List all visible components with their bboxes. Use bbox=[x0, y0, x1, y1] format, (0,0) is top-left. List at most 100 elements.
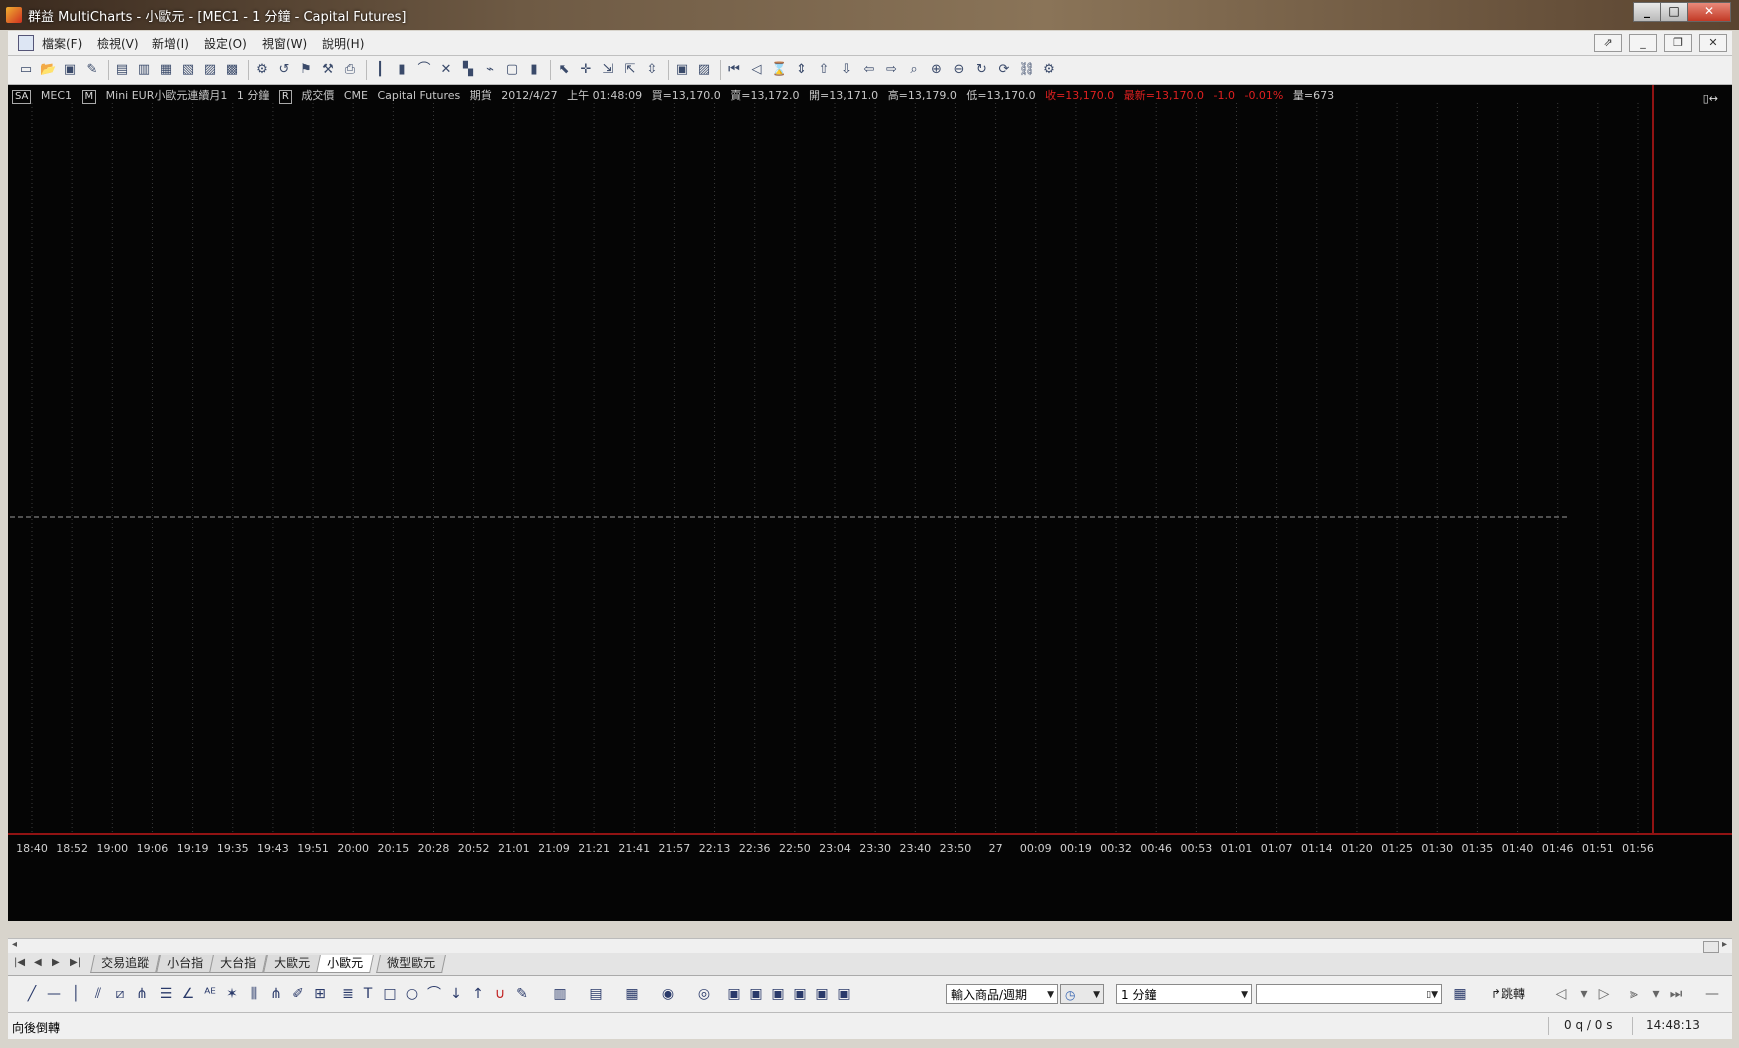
link2-icon[interactable]: ⛓ bbox=[1019, 62, 1036, 78]
search-field[interactable]: ▯▼ bbox=[1256, 984, 1442, 1004]
tab-euro[interactable]: 大歐元 bbox=[263, 955, 321, 973]
scroll-thumb[interactable] bbox=[1703, 941, 1719, 953]
candle-icon[interactable]: ▮ bbox=[394, 62, 410, 78]
format-symbol-icon[interactable]: ⚙ bbox=[254, 62, 270, 78]
renko-icon[interactable]: ▚ bbox=[460, 62, 476, 78]
arrow-down-icon[interactable]: ↓ bbox=[448, 986, 464, 1002]
window4-icon[interactable]: ▧ bbox=[180, 62, 196, 78]
text-fib-icon[interactable]: ᴬᴱ bbox=[202, 986, 218, 1002]
window5-icon[interactable]: ▨ bbox=[202, 62, 218, 78]
sync-icon[interactable]: ⟳ bbox=[996, 62, 1012, 78]
scale-icon[interactable]: ⌛ bbox=[771, 62, 787, 78]
link-icon[interactable]: ↺ bbox=[276, 62, 292, 78]
tab-first-icon[interactable]: |◀ bbox=[14, 957, 25, 968]
tab-next-icon[interactable]: ▶ bbox=[52, 957, 60, 968]
gann-icon[interactable]: ✶ bbox=[224, 986, 240, 1002]
drag-pan-icon[interactable]: ⇱ bbox=[622, 62, 638, 78]
window-f-icon[interactable]: ▣ bbox=[836, 986, 852, 1002]
chart-window[interactable]: SA MEC1 M Mini EUR小歐元連續月1 1 分鐘 R 成交價 CME… bbox=[8, 85, 1732, 921]
window-d-icon[interactable]: ▣ bbox=[792, 986, 808, 1002]
play-icon[interactable]: ▷ bbox=[1596, 986, 1612, 1002]
vertical-line-icon[interactable]: │ bbox=[68, 986, 84, 1002]
mdi-close-button[interactable]: ✕ bbox=[1699, 34, 1727, 52]
window-c-icon[interactable]: ▣ bbox=[770, 986, 786, 1002]
list-icon[interactable]: ≣ bbox=[340, 986, 356, 1002]
collapse-icon[interactable]: — bbox=[1704, 986, 1720, 1002]
new-chart-icon[interactable]: ▭ bbox=[18, 62, 34, 78]
window6-icon[interactable]: ▩ bbox=[224, 62, 240, 78]
edit-icon[interactable]: ✎ bbox=[84, 62, 100, 78]
open-icon[interactable]: 📂 bbox=[40, 62, 56, 78]
scroll-left-icon[interactable]: ◂ bbox=[12, 939, 17, 950]
mdi-restore-button[interactable]: ❐ bbox=[1664, 34, 1692, 52]
zoom-icon[interactable]: ⌕ bbox=[906, 62, 922, 78]
arrow-up-icon[interactable]: ↑ bbox=[470, 986, 486, 1002]
magnet-icon[interactable]: ∪ bbox=[492, 986, 508, 1002]
menu-help[interactable]: 說明(H) bbox=[322, 35, 364, 52]
horizontal-line-icon[interactable]: — bbox=[46, 986, 62, 1002]
tab-trade-tracker[interactable]: 交易追蹤 bbox=[90, 955, 160, 973]
fib-retrace-icon[interactable]: ☰ bbox=[158, 986, 174, 1002]
first-bar-icon[interactable]: ⏮ bbox=[726, 62, 742, 78]
fwd-dropdown-icon[interactable]: ▾ bbox=[1648, 986, 1664, 1002]
maximize-button[interactable]: □ bbox=[1660, 2, 1688, 22]
trendline-icon[interactable]: ╱ bbox=[24, 986, 40, 1002]
menu-file[interactable]: 檔案(F) bbox=[42, 35, 82, 52]
menu-view[interactable]: 檢視(V) bbox=[97, 35, 139, 52]
rectangle-icon[interactable]: □ bbox=[382, 986, 398, 1002]
angle-icon[interactable]: ∠ bbox=[180, 986, 196, 1002]
symbol-combo[interactable]: 輸入商品/週期 ▼ bbox=[946, 984, 1058, 1004]
menu-insert[interactable]: 新增(I) bbox=[152, 35, 189, 52]
menu-window[interactable]: 視窗(W) bbox=[262, 35, 307, 52]
close-button[interactable]: ✕ bbox=[1687, 2, 1731, 22]
expand-icon[interactable]: ⇕ bbox=[794, 62, 810, 78]
bar-icon[interactable]: ┃ bbox=[372, 62, 388, 78]
volume-icon[interactable]: ▮ bbox=[526, 62, 542, 78]
chart-scrollbar[interactable]: ◂ ▸ bbox=[8, 938, 1732, 953]
panel-toggle-icon[interactable]: ▯↔ bbox=[1703, 92, 1718, 105]
window-a-icon[interactable]: ▣ bbox=[726, 986, 742, 1002]
fib-icon[interactable]: ⋔ bbox=[134, 986, 150, 1002]
down-icon[interactable]: ⇩ bbox=[839, 62, 855, 78]
document-icon[interactable] bbox=[18, 35, 34, 51]
line-icon[interactable]: ⌒ bbox=[416, 62, 432, 78]
mdi-minimize-button[interactable]: _ bbox=[1629, 34, 1657, 52]
menu-settings[interactable]: 設定(O) bbox=[204, 35, 247, 52]
box-icon[interactable]: ▢ bbox=[504, 62, 520, 78]
prev-bar-icon[interactable]: ◁ bbox=[749, 62, 765, 78]
print-icon[interactable]: ⎙ bbox=[342, 62, 358, 78]
arc-icon[interactable]: ⌒ bbox=[426, 986, 442, 1002]
strategy-icon[interactable]: ⚒ bbox=[320, 62, 336, 78]
drag-zoom-icon[interactable]: ⇲ bbox=[600, 62, 616, 78]
indicator-add-icon[interactable]: ◉ bbox=[660, 986, 676, 1002]
window3-icon[interactable]: ▦ bbox=[158, 62, 174, 78]
tab-last-icon[interactable]: ▶| bbox=[70, 957, 81, 968]
volume-chart-icon[interactable]: ▤ bbox=[588, 986, 604, 1002]
channel-icon[interactable]: ⫽ bbox=[90, 986, 106, 1002]
jump-button[interactable]: ↱跳轉 bbox=[1478, 986, 1538, 1002]
datetime-picker-icon[interactable]: ▦ bbox=[1452, 986, 1468, 1002]
minimize-button[interactable]: _ bbox=[1633, 2, 1661, 22]
drag-scroll-icon[interactable]: ⇳ bbox=[644, 62, 660, 78]
window-b-icon[interactable]: ▣ bbox=[748, 986, 764, 1002]
signal-add-icon[interactable]: ◎ bbox=[696, 986, 712, 1002]
tab-mini-euro[interactable]: 小歐元 bbox=[316, 955, 374, 973]
window-e-icon[interactable]: ▣ bbox=[814, 986, 830, 1002]
tab-mini-taiex[interactable]: 小台指 bbox=[156, 955, 214, 973]
point-figure-icon[interactable]: ✕ bbox=[438, 62, 454, 78]
refresh-icon[interactable]: ↻ bbox=[974, 62, 990, 78]
parallel-icon[interactable]: ⧄ bbox=[112, 986, 128, 1002]
interval-combo[interactable]: 1 分鐘 ▼ bbox=[1116, 984, 1252, 1004]
ellipse-icon[interactable]: ○ bbox=[404, 986, 420, 1002]
step-back-icon[interactable]: ◁ bbox=[1553, 986, 1569, 1002]
r-box[interactable]: R bbox=[278, 90, 292, 104]
left-icon[interactable]: ⇦ bbox=[861, 62, 877, 78]
window2-icon[interactable]: ▥ bbox=[136, 62, 152, 78]
settings-icon[interactable]: ⚙ bbox=[1041, 62, 1057, 78]
zoom-in-icon[interactable]: ⊕ bbox=[929, 62, 945, 78]
save-icon[interactable]: ▣ bbox=[62, 62, 78, 78]
text-icon[interactable]: T bbox=[360, 986, 376, 1002]
cycle-icon[interactable]: ⫼ bbox=[246, 986, 262, 1002]
step-forward-icon[interactable]: ⫸ bbox=[1626, 986, 1642, 1002]
chart-canvas[interactable] bbox=[8, 85, 1732, 855]
